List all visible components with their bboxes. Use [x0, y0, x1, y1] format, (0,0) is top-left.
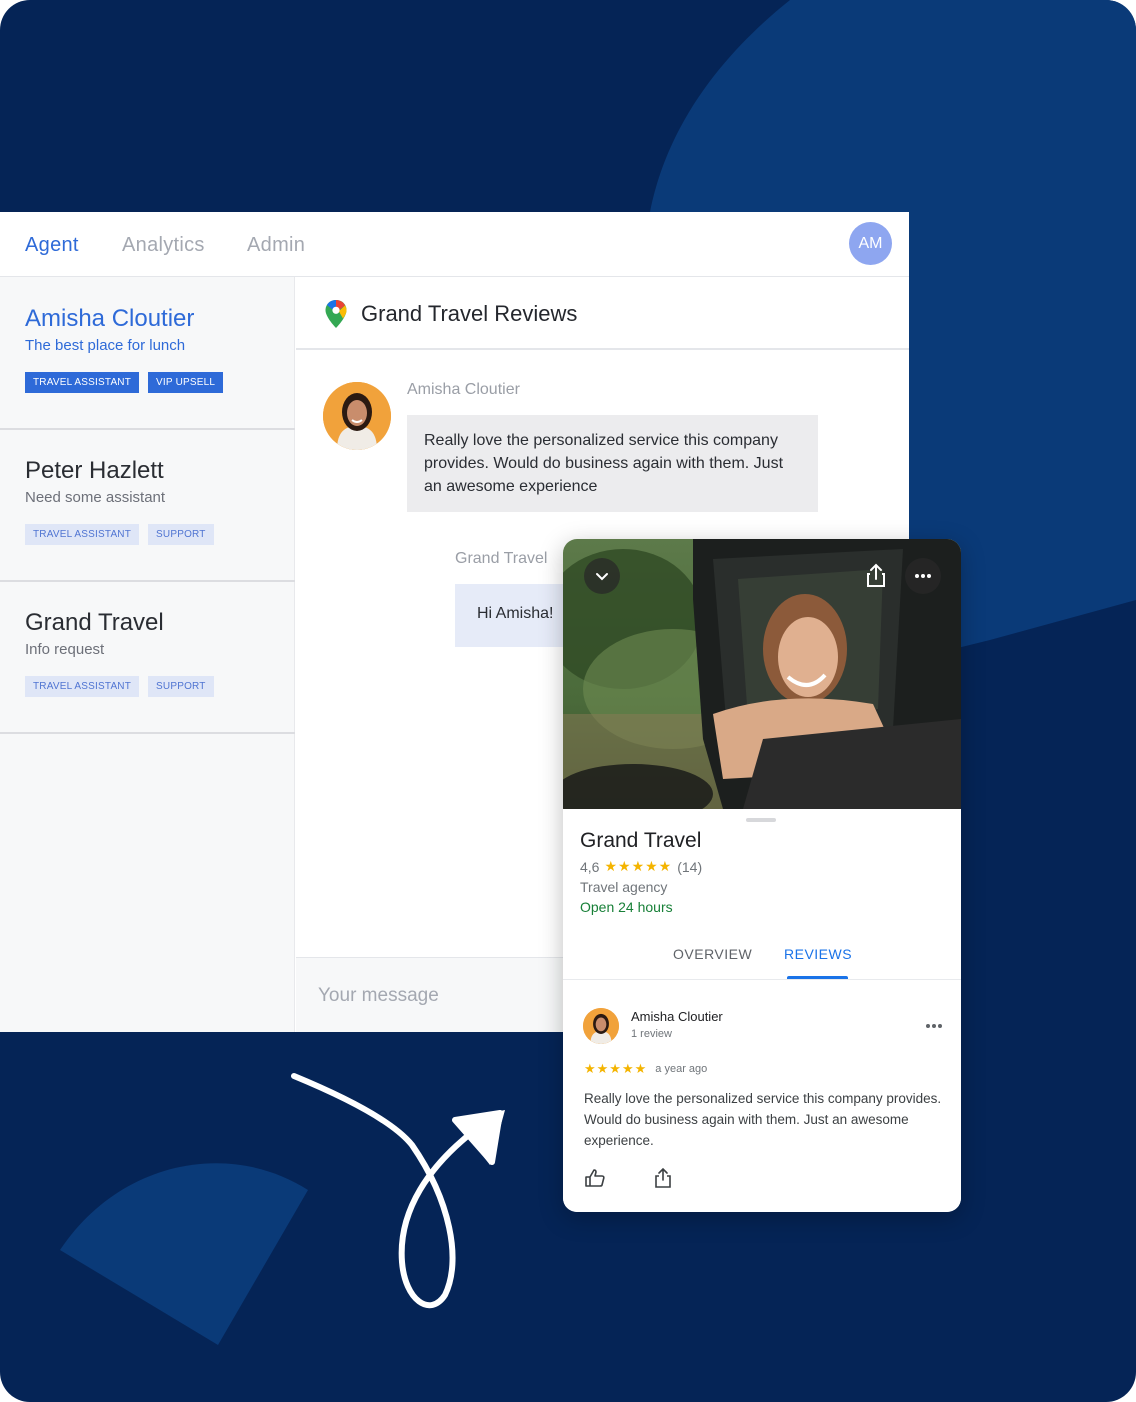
- tag-badge: TRAVEL ASSISTANT: [25, 372, 140, 393]
- conversation-name: Grand Travel: [25, 609, 164, 636]
- place-category: Travel agency: [580, 879, 668, 895]
- message-sender: Amisha Cloutier: [407, 381, 520, 398]
- person-avatar-icon: [323, 382, 391, 450]
- message-sender: Grand Travel: [455, 550, 548, 567]
- place-name: Grand Travel: [580, 829, 702, 852]
- thumbs-up-icon: [585, 1169, 605, 1187]
- like-button[interactable]: [584, 1168, 606, 1193]
- conversation-list: Amisha Cloutier The best place for lunch…: [0, 277, 295, 1032]
- active-tab-indicator: [787, 976, 848, 979]
- review-time: a year ago: [655, 1063, 708, 1075]
- tab-agent[interactable]: Agent: [25, 234, 79, 257]
- place-tabs: OVERVIEW REVIEWS: [563, 932, 961, 980]
- drag-handle[interactable]: [746, 818, 776, 822]
- tab-overview[interactable]: OVERVIEW: [673, 946, 752, 962]
- person-avatar-icon: [583, 1008, 619, 1044]
- rating-value: 4,6: [580, 858, 600, 875]
- avatar: [583, 1008, 619, 1044]
- tag-badge: TRAVEL ASSISTANT: [25, 524, 140, 545]
- tab-admin[interactable]: Admin: [247, 234, 305, 257]
- user-avatar[interactable]: AM: [849, 222, 892, 265]
- reviewer-name[interactable]: Amisha Cloutier: [631, 1009, 723, 1024]
- chat-header: Grand Travel Reviews: [296, 277, 909, 350]
- conversation-item-grand-travel[interactable]: Grand Travel Info request TRAVEL ASSISTA…: [0, 581, 295, 734]
- review-share-button[interactable]: [653, 1167, 673, 1194]
- tag-badge: VIP UPSELL: [148, 372, 224, 393]
- avatar: [323, 382, 391, 450]
- more-options-button[interactable]: [905, 558, 941, 594]
- conversation-item-amisha[interactable]: Amisha Cloutier The best place for lunch…: [0, 277, 295, 430]
- tag-badge: SUPPORT: [148, 676, 214, 697]
- conversation-item-peter[interactable]: Peter Hazlett Need some assistant TRAVEL…: [0, 429, 295, 582]
- review-rating: ★★★★★ a year ago: [584, 1061, 707, 1077]
- review-more-button[interactable]: [925, 1016, 943, 1034]
- map-pin-icon: [325, 300, 347, 328]
- tab-reviews[interactable]: REVIEWS: [784, 946, 852, 962]
- reviewer-meta: 1 review: [631, 1028, 672, 1040]
- review-stars: ★★★★★: [584, 1061, 648, 1076]
- place-rating: 4,6 ★★★★★ (14): [580, 858, 702, 875]
- collapse-button[interactable]: [584, 558, 620, 594]
- tab-analytics[interactable]: Analytics: [122, 234, 205, 257]
- place-hours: Open 24 hours: [580, 899, 673, 915]
- share-icon: [867, 563, 885, 587]
- photo-image: [563, 539, 961, 809]
- conversation-subtitle: Need some assistant: [25, 489, 166, 506]
- share-icon: [655, 1167, 671, 1188]
- conversation-subtitle: Info request: [25, 641, 105, 658]
- more-dots-icon: [926, 1024, 942, 1028]
- chevron-down-icon: [596, 573, 608, 581]
- place-details-sheet: Grand Travel 4,6 ★★★★★ (14) Travel agenc…: [563, 809, 961, 1212]
- more-dots-icon: [915, 574, 931, 578]
- place-photo: [563, 539, 961, 809]
- tag-badge: TRAVEL ASSISTANT: [25, 676, 140, 697]
- google-place-card: Grand Travel 4,6 ★★★★★ (14) Travel agenc…: [563, 539, 961, 1212]
- conversation-subtitle: The best place for lunch: [25, 337, 186, 354]
- share-button[interactable]: [861, 561, 891, 596]
- chat-title: Grand Travel Reviews: [361, 301, 578, 326]
- top-nav: Agent Analytics Admin AM: [0, 212, 909, 277]
- conversation-name: Peter Hazlett: [25, 457, 164, 484]
- rating-stars: ★★★★★: [604, 858, 673, 874]
- message-bubble-incoming: Really love the personalized service thi…: [407, 415, 818, 512]
- message-input-placeholder: Your message: [318, 985, 439, 1006]
- tag-badge: SUPPORT: [148, 524, 214, 545]
- conversation-name: Amisha Cloutier: [25, 305, 195, 332]
- review-count[interactable]: (14): [677, 859, 702, 875]
- review-text: Really love the personalized service thi…: [584, 1091, 942, 1148]
